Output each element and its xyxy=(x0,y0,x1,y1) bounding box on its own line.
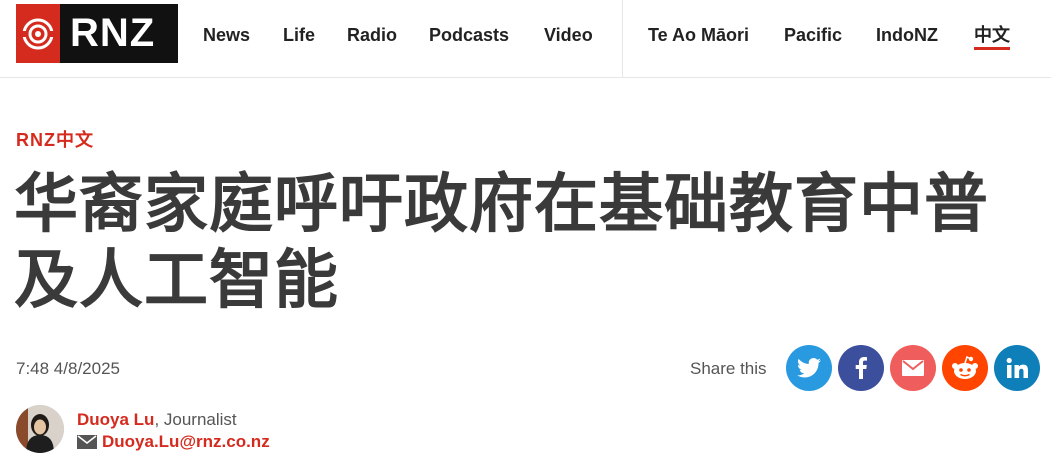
nav-life[interactable]: Life xyxy=(283,24,315,46)
article-headline: 华裔家庭呼吁政府在基础教育中普及人工智能 xyxy=(14,168,989,316)
nav-indonz[interactable]: IndoNZ xyxy=(876,24,938,46)
share-facebook-button[interactable] xyxy=(838,345,884,391)
author-line: Duoya Lu, Journalist xyxy=(77,410,237,430)
nav-te-ao-maori[interactable]: Te Ao Māori xyxy=(648,24,749,46)
twitter-icon xyxy=(797,358,821,378)
nav-podcasts[interactable]: Podcasts xyxy=(429,24,509,46)
facebook-icon xyxy=(855,357,867,379)
share-twitter-button[interactable] xyxy=(786,345,832,391)
rnz-logo[interactable]: RNZ xyxy=(16,4,178,63)
nav-divider xyxy=(622,0,623,77)
nav-chinese[interactable]: 中文 xyxy=(974,24,1010,50)
author-avatar[interactable] xyxy=(16,405,64,453)
reddit-icon xyxy=(952,356,978,379)
email-icon xyxy=(902,360,924,376)
logo-text: RNZ xyxy=(70,11,156,55)
author-email-link[interactable]: Duoya.Lu@rnz.co.nz xyxy=(102,432,270,452)
author-role: , Journalist xyxy=(154,410,237,429)
share-label: Share this xyxy=(690,359,767,378)
section-label[interactable]: RNZ中文 xyxy=(16,126,94,152)
nav-news[interactable]: News xyxy=(203,24,250,46)
top-navigation-bar: RNZ News Life Radio Podcasts Video Te Ao… xyxy=(0,0,1051,78)
linkedin-icon xyxy=(1006,357,1028,378)
author-email-row: Duoya.Lu@rnz.co.nz xyxy=(77,432,270,452)
radio-waves-icon xyxy=(16,4,60,63)
author-name-link[interactable]: Duoya Lu xyxy=(77,410,154,429)
share-reddit-button[interactable] xyxy=(942,345,988,391)
nav-radio[interactable]: Radio xyxy=(347,24,397,46)
nav-pacific[interactable]: Pacific xyxy=(784,24,842,46)
envelope-icon xyxy=(77,435,97,449)
publish-timestamp: 7:48 4/8/2025 xyxy=(16,359,120,378)
nav-video[interactable]: Video xyxy=(544,24,593,46)
share-linkedin-button[interactable] xyxy=(994,345,1040,391)
share-email-button[interactable] xyxy=(890,345,936,391)
